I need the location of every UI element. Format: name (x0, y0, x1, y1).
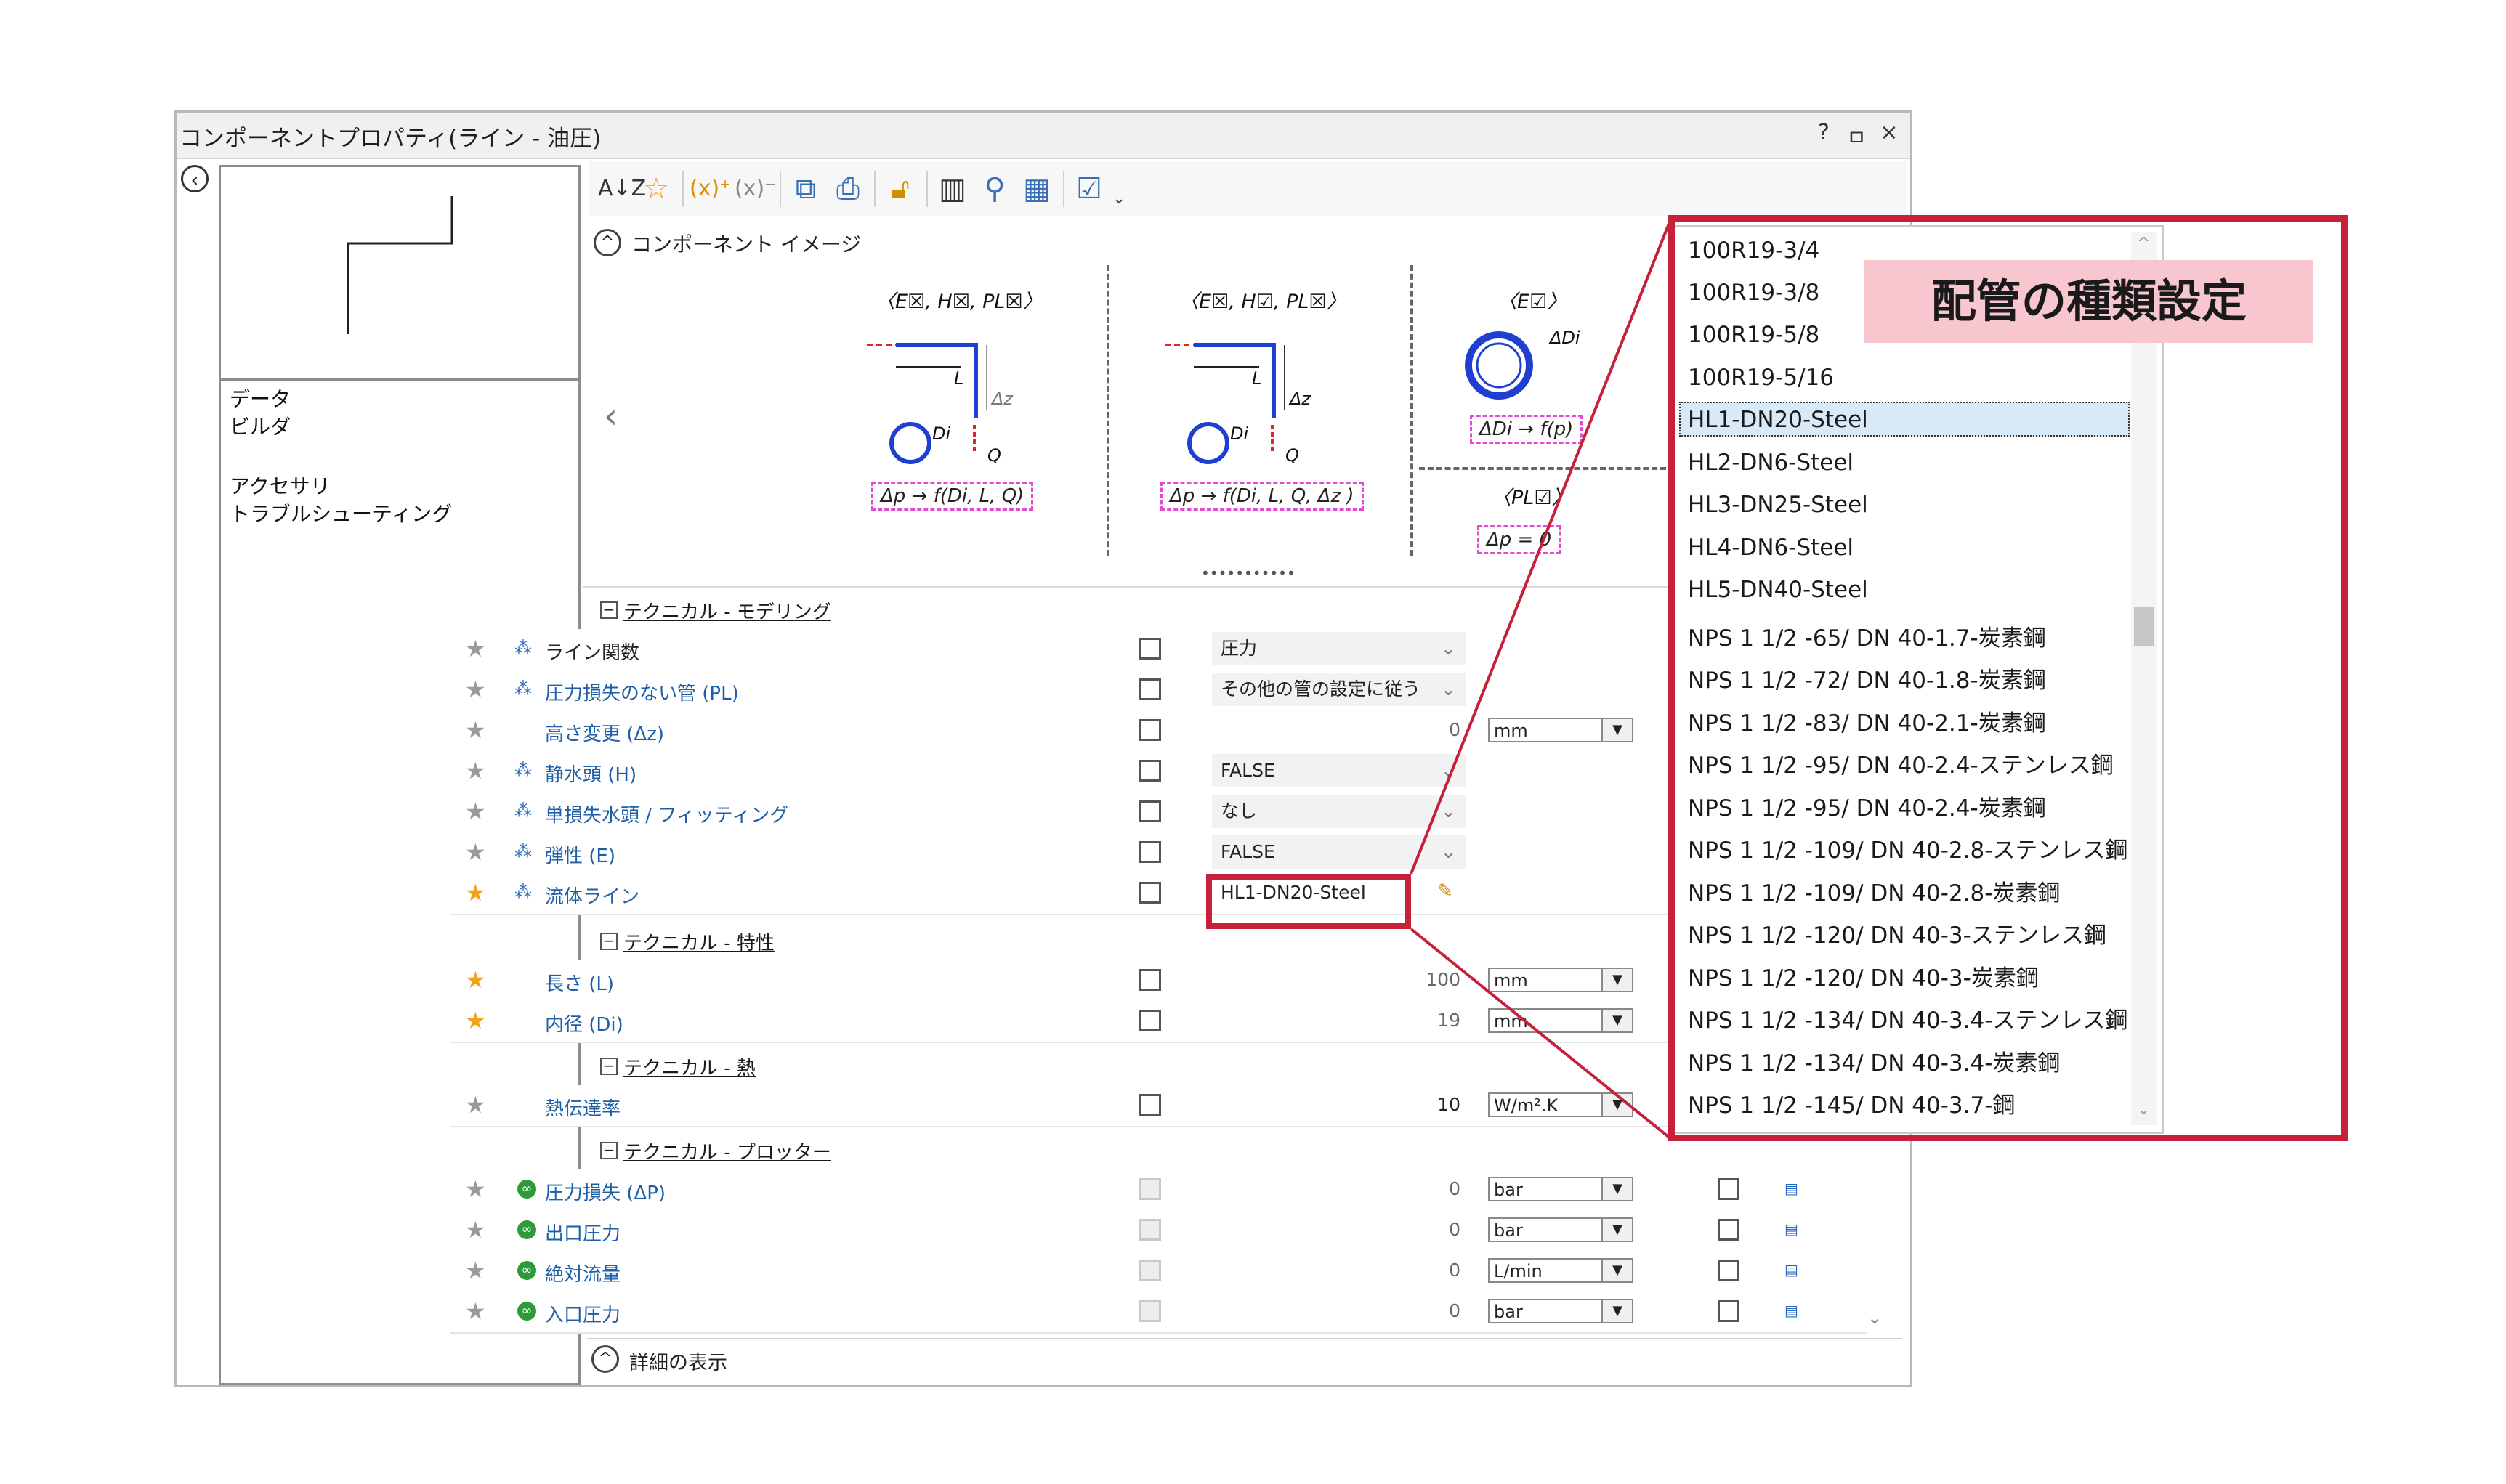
annotation-list-frame (1668, 215, 2348, 1141)
annotation-callout: 配管の種類設定 (1864, 260, 2313, 343)
annotation-highlight-box (1206, 874, 1411, 929)
